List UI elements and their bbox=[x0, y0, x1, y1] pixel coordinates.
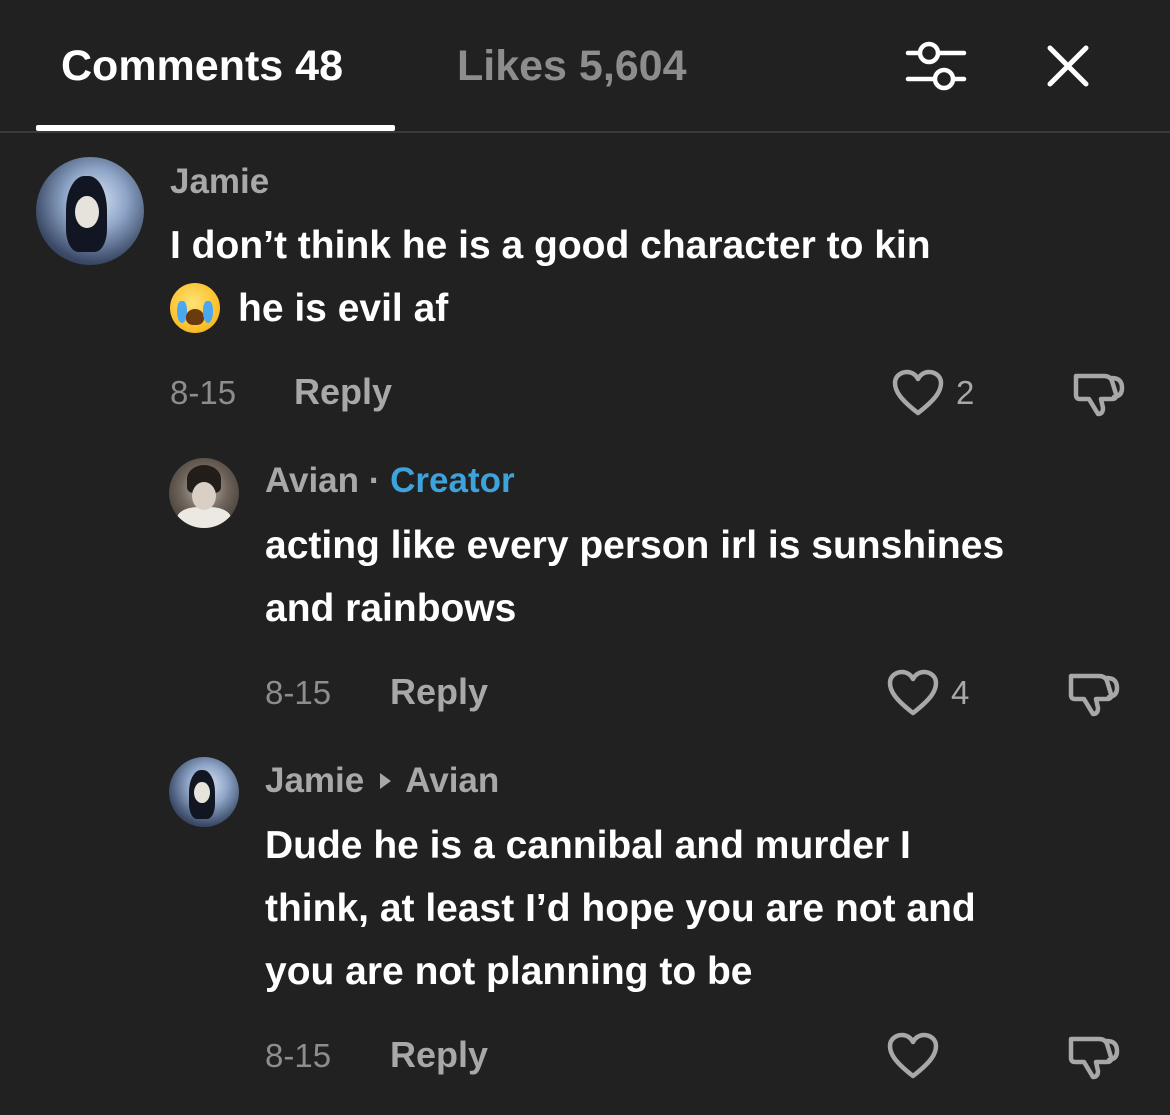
comment-username: Avian · Creator bbox=[265, 461, 515, 501]
like-button[interactable]: 2 bbox=[892, 367, 992, 417]
like-button[interactable]: 4 bbox=[887, 667, 987, 717]
avatar[interactable] bbox=[169, 458, 239, 528]
comment-text-line: and rainbows bbox=[265, 587, 517, 630]
avatar[interactable] bbox=[169, 757, 239, 827]
reply-button[interactable]: Reply bbox=[390, 672, 488, 712]
sliders-icon[interactable] bbox=[904, 36, 968, 96]
close-icon[interactable] bbox=[1042, 40, 1094, 92]
like-button[interactable] bbox=[887, 1030, 947, 1080]
tab-comments[interactable]: Comments 48 bbox=[61, 40, 343, 92]
comment-date: 8-15 bbox=[265, 1037, 332, 1074]
loudly-crying-face-icon bbox=[170, 283, 220, 333]
comment-text: Dude he is a cannibal and murder I think… bbox=[265, 814, 976, 1003]
comment-username: Jamie Avian bbox=[265, 761, 499, 801]
heart-icon bbox=[887, 669, 939, 716]
like-count: 2 bbox=[956, 374, 975, 411]
comment-text-line: think, at least I’d hope you are not and bbox=[265, 887, 976, 930]
tab-likes[interactable]: Likes 5,604 bbox=[457, 40, 687, 92]
comment-text-line: I don’t think he is a good character to … bbox=[170, 224, 931, 267]
heart-icon bbox=[887, 1032, 939, 1079]
like-count: 4 bbox=[951, 674, 970, 711]
comments-header: Comments 48 Likes 5,604 bbox=[0, 0, 1170, 133]
comment-text: acting like every person irl is sunshine… bbox=[265, 514, 1004, 640]
avatar[interactable] bbox=[36, 157, 144, 265]
comment-date: 8-15 bbox=[265, 674, 332, 711]
separator: · bbox=[359, 461, 391, 500]
reply-button[interactable]: Reply bbox=[294, 372, 392, 412]
username-link[interactable]: Jamie bbox=[265, 761, 364, 800]
comment-username[interactable]: Jamie bbox=[170, 162, 269, 202]
reply-button[interactable]: Reply bbox=[390, 1035, 488, 1075]
creator-badge: Creator bbox=[390, 461, 515, 500]
username-link[interactable]: Avian bbox=[265, 461, 359, 500]
comment-text-line: acting like every person irl is sunshine… bbox=[265, 524, 1005, 567]
thumbs-down-icon[interactable] bbox=[1065, 668, 1121, 718]
reply-arrow-icon bbox=[380, 773, 392, 790]
active-tab-indicator bbox=[36, 125, 395, 131]
thumbs-down-icon[interactable] bbox=[1065, 1031, 1121, 1081]
comment-text-line: he is evil af bbox=[170, 277, 931, 340]
reply-to-username[interactable]: Avian bbox=[405, 761, 499, 800]
comment-text-line: Dude he is a cannibal and murder I bbox=[265, 824, 911, 867]
thumbs-down-icon[interactable] bbox=[1070, 368, 1126, 418]
heart-icon bbox=[892, 369, 944, 416]
comment-text: I don’t think he is a good character to … bbox=[170, 214, 931, 340]
comment-text-line: you are not planning to be bbox=[265, 950, 753, 993]
comment-date: 8-15 bbox=[170, 374, 237, 411]
